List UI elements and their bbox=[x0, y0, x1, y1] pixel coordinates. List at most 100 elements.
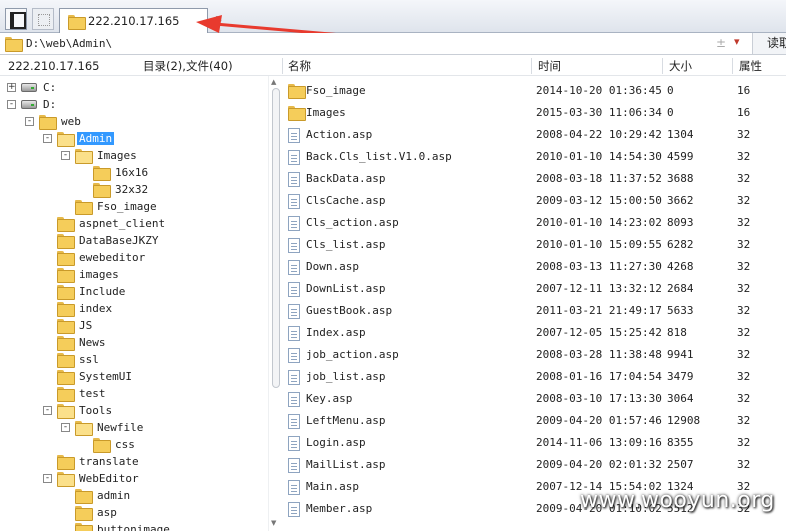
tree-node[interactable]: - Admin bbox=[43, 130, 115, 147]
new-window-button[interactable] bbox=[32, 8, 54, 30]
collapse-icon[interactable]: - bbox=[61, 151, 70, 160]
scroll-up-icon[interactable]: ▲ bbox=[271, 78, 276, 86]
folder-icon bbox=[57, 251, 75, 266]
tree-node[interactable]: + C: bbox=[7, 79, 58, 96]
file-row[interactable]: Down.asp 2008-03-13 11:27:30 4268 32 bbox=[282, 256, 786, 278]
tree-node-label: asp bbox=[97, 506, 117, 519]
file-row[interactable]: Fso_image 2014-10-20 01:36:45 0 16 bbox=[282, 80, 786, 102]
file-size: 8093 bbox=[667, 216, 694, 229]
collapse-icon[interactable]: - bbox=[25, 117, 34, 126]
tab-host[interactable]: 222.210.17.165 bbox=[59, 8, 208, 33]
file-list: Fso_image 2014-10-20 01:36:45 0 16 Images 201… bbox=[282, 76, 786, 531]
tree-node[interactable]: 32x32 bbox=[79, 181, 150, 198]
file-row[interactable]: ClsCache.asp 2009-03-12 15:00:50 3662 32 bbox=[282, 190, 786, 212]
folder-icon bbox=[68, 14, 86, 30]
collapse-icon[interactable]: - bbox=[43, 406, 52, 415]
file-row[interactable]: MailList.asp 2009-04-20 02:01:32 2507 32 bbox=[282, 454, 786, 476]
column-separator[interactable] bbox=[732, 58, 733, 74]
collapse-icon[interactable]: - bbox=[43, 474, 52, 483]
tree-node[interactable]: Fso_image bbox=[61, 198, 159, 215]
file-row[interactable]: Action.asp 2008-04-22 10:29:42 1304 32 bbox=[282, 124, 786, 146]
file-attr: 32 bbox=[737, 238, 751, 251]
plus-minus-icon[interactable]: ± bbox=[716, 36, 726, 50]
drive-icon bbox=[21, 83, 37, 92]
file-row[interactable]: GuestBook.asp 2011-03-21 21:49:17 5633 32 bbox=[282, 300, 786, 322]
file-size: 2507 bbox=[667, 458, 694, 471]
folder-icon bbox=[75, 200, 93, 215]
add-tab-button[interactable]: + bbox=[211, 13, 223, 29]
file-row[interactable]: Cls_action.asp 2010-01-10 14:23:02 8093 32 bbox=[282, 212, 786, 234]
path-input[interactable] bbox=[26, 37, 706, 50]
file-icon bbox=[288, 326, 300, 341]
read-button[interactable]: 读取 bbox=[752, 33, 786, 54]
file-time: 2007-12-05 15:25:42 bbox=[536, 326, 662, 339]
tree-node[interactable]: - Tools bbox=[43, 402, 114, 419]
tree-node[interactable]: ewebeditor bbox=[43, 249, 147, 266]
file-attr: 32 bbox=[737, 304, 751, 317]
file-row[interactable]: Cls_list.asp 2010-01-10 15:09:55 6282 32 bbox=[282, 234, 786, 256]
tree-node[interactable]: aspnet_client bbox=[43, 215, 167, 232]
tree-node[interactable]: buttonimage bbox=[61, 521, 172, 531]
file-row[interactable]: job_list.asp 2008-01-16 17:04:54 3479 32 bbox=[282, 366, 786, 388]
file-icon bbox=[288, 282, 300, 297]
file-time: 2014-11-06 13:09:16 bbox=[536, 436, 662, 449]
folder-open-icon bbox=[57, 472, 75, 487]
file-row[interactable]: BackData.asp 2008-03-18 11:37:52 3688 32 bbox=[282, 168, 786, 190]
scrollbar-thumb[interactable] bbox=[272, 88, 280, 388]
collapse-icon[interactable]: - bbox=[43, 134, 52, 143]
tree-node-label: News bbox=[79, 336, 106, 349]
column-separator[interactable] bbox=[531, 58, 532, 74]
column-separator[interactable] bbox=[662, 58, 663, 74]
collapse-icon[interactable]: - bbox=[61, 423, 70, 432]
tree-node[interactable]: css bbox=[79, 436, 137, 453]
column-separator[interactable] bbox=[282, 58, 283, 74]
tree-node[interactable]: - Images bbox=[61, 147, 139, 164]
file-attr: 32 bbox=[737, 392, 751, 405]
file-size: 4599 bbox=[667, 150, 694, 163]
tree-node[interactable]: asp bbox=[61, 504, 119, 521]
tree-node[interactable]: - D: bbox=[7, 96, 58, 113]
tree-node[interactable]: admin bbox=[61, 487, 132, 504]
tree-node[interactable]: translate bbox=[43, 453, 141, 470]
file-size: 6282 bbox=[667, 238, 694, 251]
chevron-down-icon[interactable]: ▾ bbox=[734, 35, 740, 48]
tree-node[interactable]: SystemUI bbox=[43, 368, 134, 385]
file-row[interactable]: LeftMenu.asp 2009-04-20 01:57:46 12908 32 bbox=[282, 410, 786, 432]
tree-node[interactable]: ssl bbox=[43, 351, 101, 368]
tree-node[interactable]: index bbox=[43, 300, 114, 317]
tree-node-label: admin bbox=[97, 489, 131, 502]
collapse-icon[interactable]: - bbox=[7, 100, 16, 109]
tree-node[interactable]: JS bbox=[43, 317, 94, 334]
file-row[interactable]: Login.asp 2014-11-06 13:09:16 8355 32 bbox=[282, 432, 786, 454]
scroll-down-icon[interactable]: ▼ bbox=[271, 519, 276, 527]
tree-node[interactable]: test bbox=[43, 385, 108, 402]
expand-icon[interactable]: + bbox=[7, 83, 16, 92]
column-header-size[interactable]: 大小 bbox=[669, 56, 692, 76]
file-row[interactable]: Key.asp 2008-03-10 17:13:30 3064 32 bbox=[282, 388, 786, 410]
tree-node[interactable]: - web bbox=[25, 113, 83, 130]
tree-node[interactable]: News bbox=[43, 334, 108, 351]
toggle-sidebar-button[interactable] bbox=[5, 8, 27, 30]
column-header-time[interactable]: 时间 bbox=[538, 56, 561, 76]
file-size: 818 bbox=[667, 326, 687, 339]
column-header-attr[interactable]: 属性 bbox=[739, 56, 762, 76]
tree-node[interactable]: Include bbox=[43, 283, 127, 300]
tree-node[interactable]: DataBaseJKZY bbox=[43, 232, 160, 249]
tree-scrollbar[interactable]: ▲ ▼ bbox=[268, 76, 282, 531]
file-row[interactable]: Back.Cls_list.V1.0.asp 2010-01-10 14:54:3… bbox=[282, 146, 786, 168]
tree-node[interactable]: 16x16 bbox=[79, 164, 150, 181]
file-row[interactable]: Images 2015-03-30 11:06:34 0 16 bbox=[282, 102, 786, 124]
file-time: 2008-03-28 11:38:48 bbox=[536, 348, 662, 361]
file-icon bbox=[288, 414, 300, 429]
tree-node-label: translate bbox=[79, 455, 139, 468]
column-header-name[interactable]: 名称 bbox=[288, 56, 311, 76]
file-name: GuestBook.asp bbox=[306, 304, 393, 317]
file-row[interactable]: Index.asp 2007-12-05 15:25:42 818 32 bbox=[282, 322, 786, 344]
tree-node[interactable]: images bbox=[43, 266, 121, 283]
file-icon bbox=[288, 370, 300, 385]
file-row[interactable]: DownList.asp 2007-12-11 13:32:12 2684 32 bbox=[282, 278, 786, 300]
file-row[interactable]: job_action.asp 2008-03-28 11:38:48 9941 32 bbox=[282, 344, 786, 366]
tree-node-label: css bbox=[115, 438, 135, 451]
tree-node[interactable]: - WebEditor bbox=[43, 470, 141, 487]
tree-node[interactable]: - Newfile bbox=[61, 419, 145, 436]
